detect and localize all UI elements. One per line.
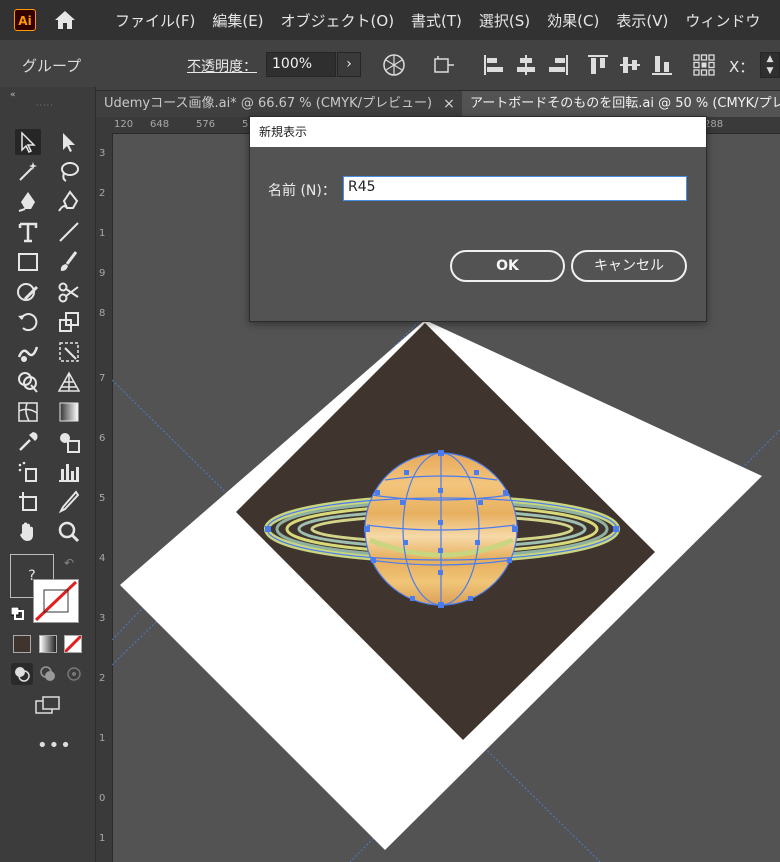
x-coordinate-stepper[interactable]: ▲ ▼ <box>760 52 780 78</box>
transform-icon[interactable] <box>432 53 456 77</box>
paintbrush-tool-icon[interactable] <box>56 249 82 275</box>
align-top-icon[interactable] <box>586 53 610 77</box>
home-icon[interactable] <box>54 10 76 30</box>
screen-mode-icon[interactable] <box>34 695 62 717</box>
scale-tool-icon[interactable] <box>56 309 82 335</box>
tools-panel: « ····· ? ↶ ••• <box>0 87 96 862</box>
line-segment-tool-icon[interactable] <box>56 219 82 245</box>
menu-bar: Ai ファイル(F) 編集(E) オブジェクト(O) 書式(T) 選択(S) 効… <box>0 0 780 40</box>
menu-file[interactable]: ファイル(F) <box>115 10 195 31</box>
pen-tool-icon[interactable] <box>15 189 41 215</box>
curvature-tool-icon[interactable] <box>56 189 82 215</box>
gradient-tool-icon[interactable] <box>56 399 82 425</box>
warp-tool-icon[interactable] <box>15 339 41 365</box>
slice-tool-icon[interactable] <box>56 489 82 515</box>
ruler-label: 7 <box>99 373 106 384</box>
x-coordinate-label: X： <box>729 58 755 76</box>
mesh-tool-icon[interactable] <box>15 399 41 425</box>
scissors-tool-icon[interactable] <box>56 279 82 305</box>
panel-collapse-icon[interactable]: « <box>10 90 16 100</box>
menu-window[interactable]: ウィンドウ <box>685 10 760 31</box>
symbol-sprayer-tool-icon[interactable] <box>15 459 41 485</box>
ruler-label: 1 <box>99 833 106 844</box>
tab-close-button[interactable]: × <box>441 91 457 117</box>
new-view-dialog: 新規表示 名前 (N)： R45 OK キャンセル <box>249 116 707 322</box>
color-mode-icon[interactable] <box>13 635 31 653</box>
zoom-tool-icon[interactable] <box>56 519 82 545</box>
ruler-label: 4 <box>99 553 106 564</box>
align-left-icon[interactable] <box>482 53 506 77</box>
artboard-tool-icon[interactable] <box>15 489 41 515</box>
ruler-label: 9 <box>99 268 106 279</box>
eyedropper-tool-icon[interactable] <box>15 429 41 455</box>
draw-normal-icon[interactable] <box>11 663 33 685</box>
draw-inside-icon[interactable] <box>63 663 85 685</box>
perspective-grid-tool-icon[interactable] <box>56 369 82 395</box>
default-fill-stroke-icon[interactable] <box>10 605 24 620</box>
menu-view[interactable]: 表示(V) <box>616 10 668 31</box>
align-vertical-center-icon[interactable] <box>618 53 642 77</box>
ruler-label: 1 <box>99 228 106 239</box>
blend-tool-icon[interactable] <box>56 429 82 455</box>
ruler-label: 3 <box>99 148 106 159</box>
hand-tool-icon[interactable] <box>15 519 41 545</box>
selection-type-label: グループ <box>22 57 82 75</box>
menu-effect[interactable]: 効果(C) <box>547 10 599 31</box>
ruler-label: 6 <box>99 433 106 444</box>
draw-behind-icon[interactable] <box>37 663 59 685</box>
edit-toolbar-icon[interactable]: ••• <box>37 735 72 756</box>
menu-edit[interactable]: 編集(E) <box>212 10 263 31</box>
ruler-label: 5 <box>99 493 106 504</box>
name-label: 名前 (N)： <box>268 183 336 199</box>
align-right-icon[interactable] <box>546 53 570 77</box>
menu-type[interactable]: 書式(T) <box>411 10 462 31</box>
shaper-tool-icon[interactable] <box>15 279 41 305</box>
rectangle-tool-icon[interactable] <box>15 249 41 275</box>
tab-udemy-course-image[interactable]: Udemyコース画像.ai* @ 66.67 % (CMYK/プレビュー) <box>96 91 462 117</box>
selection-tool-icon[interactable] <box>15 129 41 155</box>
opacity-input[interactable]: 100% <box>266 52 336 77</box>
control-bar: グループ 不透明度： 100% › X： ▲ ▼ <box>0 40 780 91</box>
ruler-label: 2 <box>99 673 106 684</box>
align-bottom-icon[interactable] <box>650 53 674 77</box>
none-mode-icon[interactable] <box>64 635 82 653</box>
lasso-tool-icon[interactable] <box>56 159 82 185</box>
opacity-dropdown-button[interactable]: › <box>337 52 361 77</box>
magic-wand-tool-icon[interactable] <box>15 159 41 185</box>
cancel-button[interactable]: キャンセル <box>571 250 687 282</box>
menu-select[interactable]: 選択(S) <box>479 10 530 31</box>
menu-object[interactable]: オブジェクト(O) <box>281 10 395 31</box>
gradient-mode-icon[interactable] <box>39 635 57 653</box>
name-input[interactable]: R45 <box>343 176 687 201</box>
panel-grip-icon[interactable]: ····· <box>36 101 54 110</box>
opacity-label[interactable]: 不透明度： <box>187 56 257 76</box>
rotate-tool-icon[interactable] <box>15 309 41 335</box>
ruler-label: 8 <box>99 308 106 319</box>
stroke-swatch-icon[interactable] <box>33 579 79 623</box>
swap-fill-stroke-icon[interactable]: ↶ <box>64 556 74 570</box>
ruler-label: 648 <box>150 119 170 130</box>
tab-rotate-artboard[interactable]: アートボードそのものを回転.ai @ 50 % (CMYK/プレビュ <box>462 91 780 117</box>
ruler-label: 2 <box>99 188 106 199</box>
direct-selection-tool-icon[interactable] <box>56 129 82 155</box>
ruler-label: 0 <box>99 793 106 804</box>
vertical-ruler: 3 2 1 9 8 7 6 5 4 3 2 1 0 1 <box>96 133 113 862</box>
reference-point-icon[interactable] <box>692 53 716 77</box>
ok-button[interactable]: OK <box>450 250 565 282</box>
app-logo: Ai <box>14 9 36 31</box>
align-horizontal-center-icon[interactable] <box>514 53 538 77</box>
menu-items: ファイル(F) 編集(E) オブジェクト(O) 書式(T) 選択(S) 効果(C… <box>115 0 777 40</box>
ruler-label: 120 <box>114 119 134 130</box>
document-tab-bar: Udemyコース画像.ai* @ 66.67 % (CMYK/プレビュー) × … <box>96 91 780 117</box>
free-transform-tool-icon[interactable] <box>56 339 82 365</box>
ruler-label: 3 <box>99 613 106 624</box>
shape-builder-tool-icon[interactable] <box>15 369 41 395</box>
recolor-artwork-icon[interactable] <box>382 53 406 77</box>
ruler-label: 1 <box>99 733 106 744</box>
dialog-title: 新規表示 <box>250 117 706 147</box>
type-tool-icon[interactable] <box>15 219 41 245</box>
column-graph-tool-icon[interactable] <box>56 459 82 485</box>
ruler-label: 576 <box>196 119 216 130</box>
